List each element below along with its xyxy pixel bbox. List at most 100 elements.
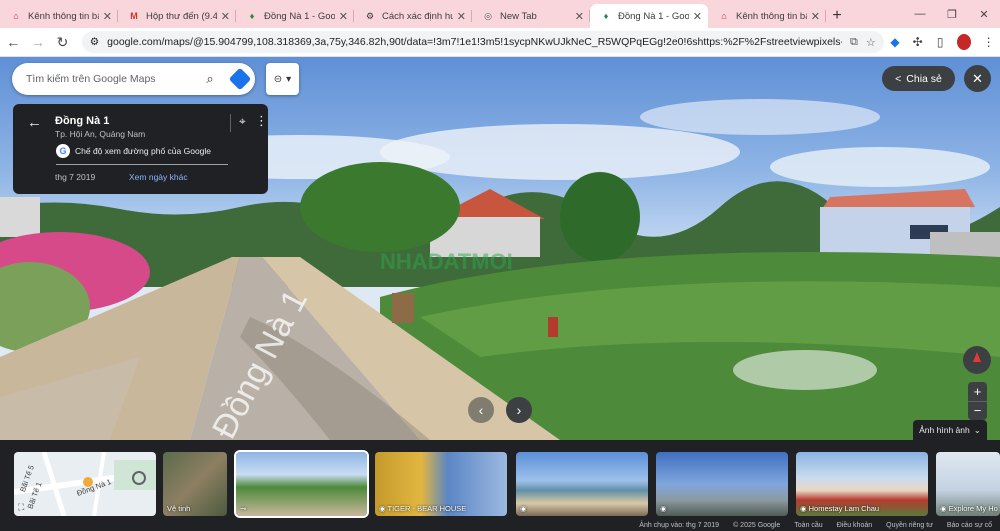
expand-icon[interactable]: ⛶ bbox=[18, 502, 24, 513]
google-logo-icon: G bbox=[56, 144, 70, 158]
thumb-label-satellite: Vệ tinh bbox=[167, 504, 191, 513]
filmstrip-thumb-street[interactable]: ⊸ bbox=[234, 450, 369, 518]
footer-link-terms[interactable]: Điều khoản bbox=[837, 522, 872, 529]
photos-toggle-button[interactable]: Ảnh hình ảnh ⌄ bbox=[913, 420, 987, 440]
footer-link-global[interactable]: Toàn cầu bbox=[794, 522, 822, 529]
divider bbox=[230, 114, 231, 132]
reload-button[interactable]: ↻ bbox=[51, 29, 74, 55]
back-arrow-icon[interactable]: ← bbox=[27, 114, 42, 131]
browser-tab-2[interactable]: M Hộp thư đến (9.470) ✕ bbox=[118, 4, 236, 28]
maps-status-bar: Ảnh chụp vào: thg 7 2019 © 2025 Google T… bbox=[0, 520, 1000, 531]
location-pin-icon[interactable]: ⌖ bbox=[239, 114, 246, 129]
see-more-dates-link[interactable]: Xem ngày khác bbox=[129, 172, 188, 182]
maps-search-box[interactable]: Tìm kiếm trên Google Maps ⌕ bbox=[12, 63, 255, 95]
minimize-button[interactable]: — bbox=[904, 0, 936, 28]
address-bar[interactable]: ⚙ google.com/maps/@15.904799,108.318369,… bbox=[81, 31, 884, 53]
filmstrip-thumb-city[interactable]: ◉ bbox=[656, 452, 788, 516]
tab-close-icon[interactable]: ✕ bbox=[693, 10, 702, 23]
close-icon: ✕ bbox=[972, 70, 983, 86]
tab-close-icon[interactable]: ✕ bbox=[339, 10, 348, 23]
tab-close-icon[interactable]: ✕ bbox=[457, 10, 466, 23]
side-panel-icon[interactable]: ▯ bbox=[929, 29, 952, 55]
layers-button[interactable]: ⊝ ▾ bbox=[266, 63, 299, 95]
chevron-right-icon: › bbox=[516, 402, 522, 418]
maximize-button[interactable]: ❐ bbox=[936, 0, 968, 28]
chevron-double-down-icon: ⌄ bbox=[973, 424, 981, 435]
previous-arrow-button[interactable]: ‹ bbox=[468, 397, 494, 423]
street-view-mode-label: Chế độ xem đường phố của Google bbox=[75, 146, 212, 156]
card-divider bbox=[56, 164, 228, 165]
install-app-icon[interactable]: ⧉ bbox=[850, 36, 858, 49]
more-options-icon[interactable]: ⋮ bbox=[255, 113, 268, 129]
extensions-puzzle-icon[interactable]: ✣ bbox=[906, 29, 929, 55]
tab-title: New Tab bbox=[500, 10, 537, 22]
filmstrip-thumb-beach[interactable]: ◉ bbox=[516, 452, 648, 516]
footer-link-privacy[interactable]: Quyền riêng tư bbox=[886, 522, 933, 529]
compass-needle-icon bbox=[973, 352, 981, 362]
new-tab-button[interactable]: + bbox=[826, 4, 848, 28]
filmstrip-thumb-tiger-bear[interactable]: ◉ TIGER - BEAR HOUSE bbox=[375, 452, 507, 516]
back-button[interactable]: ← bbox=[2, 29, 25, 55]
share-icon: < bbox=[895, 72, 902, 85]
camera-icon: ◉ bbox=[660, 504, 667, 513]
compass-button[interactable] bbox=[963, 346, 991, 374]
browser-tab-4[interactable]: ⚙ Cách xác định hướng ✕ bbox=[354, 4, 472, 28]
browser-tab-7[interactable]: ⌂ Kênh thông tin bất đ ✕ bbox=[708, 4, 826, 28]
chevron-left-icon: ‹ bbox=[478, 402, 484, 418]
filmstrip-thumb-satellite[interactable]: Vệ tinh bbox=[163, 452, 227, 516]
profile-avatar[interactable] bbox=[957, 34, 972, 50]
street-view-icon: ⊸ bbox=[240, 504, 247, 513]
home-icon: ⌂ bbox=[721, 11, 727, 21]
street-view-panorama[interactable]: Đồng Nà 1 NHADATMOI Tìm kiếm trên Google… bbox=[0, 57, 1000, 440]
zoom-out-button[interactable]: − bbox=[968, 402, 987, 421]
bookmark-star-icon[interactable]: ☆ bbox=[866, 36, 876, 49]
share-label: Chia sẻ bbox=[906, 72, 942, 85]
tab-close-icon[interactable]: ✕ bbox=[221, 10, 230, 23]
browser-tab-5[interactable]: ◎ New Tab ✕ bbox=[472, 4, 590, 28]
directions-icon bbox=[228, 67, 252, 91]
tab-title: Kênh thông tin bất đ bbox=[736, 10, 807, 22]
tab-close-icon[interactable]: ✕ bbox=[575, 10, 584, 23]
forward-button[interactable]: → bbox=[27, 29, 50, 55]
tab-separator bbox=[825, 10, 826, 22]
zoom-controls: + − bbox=[968, 382, 987, 420]
tab-close-icon[interactable]: ✕ bbox=[103, 10, 112, 23]
url-text: google.com/maps/@15.904799,108.318369,3a… bbox=[107, 36, 842, 48]
browser-toolbar: ← → ↻ ⚙ google.com/maps/@15.904799,108.3… bbox=[0, 28, 1000, 57]
site-info-icon[interactable]: ⚙ bbox=[90, 36, 99, 48]
thumb-label-tiger-bear: ◉ TIGER - BEAR HOUSE bbox=[379, 504, 467, 513]
browser-tab-1[interactable]: ⌂ Kênh thông tin bất đ ✕ bbox=[0, 4, 118, 28]
search-input[interactable]: Tìm kiếm trên Google Maps bbox=[26, 73, 195, 85]
directions-button[interactable] bbox=[225, 64, 255, 94]
tab-title: Cách xác định hướng bbox=[382, 10, 453, 22]
camera-icon: ◉ bbox=[520, 504, 527, 513]
svg-text:NHADATMOI: NHADATMOI bbox=[380, 249, 513, 274]
search-icon[interactable]: ⌕ bbox=[195, 64, 225, 94]
place-subtitle: Tp. Hội An, Quảng Nam bbox=[55, 129, 146, 139]
tab-title: Đồng Nà 1 - Google bbox=[618, 10, 689, 22]
camera-icon: ◉ bbox=[940, 504, 949, 513]
next-arrow-button[interactable]: › bbox=[506, 397, 532, 423]
tab-title: Đồng Nà 1 - Google bbox=[264, 10, 335, 22]
filmstrip-thumb-explore[interactable]: ◉ Explore My Ho bbox=[936, 452, 1000, 516]
home-icon: ⌂ bbox=[13, 11, 19, 21]
thumb-label-homestay: ◉ Homestay Lam Chau bbox=[800, 504, 880, 513]
location-info-card: ← Đồng Nà 1 Tp. Hội An, Quảng Nam ⌖ ⋮ G … bbox=[13, 104, 268, 194]
close-window-button[interactable]: ✕ bbox=[968, 0, 1000, 28]
filmstrip-thumb-homestay[interactable]: ◉ Homestay Lam Chau bbox=[796, 452, 928, 516]
browser-tab-3[interactable]: ♦ Đồng Nà 1 - Google ✕ bbox=[236, 4, 354, 28]
browser-tab-6[interactable]: ♦ Đồng Nà 1 - Google ✕ bbox=[590, 4, 708, 28]
menu-kebab-icon[interactable]: ⋮ bbox=[977, 29, 1000, 55]
capture-info: Ảnh chụp vào: thg 7 2019 bbox=[639, 522, 720, 529]
close-street-view-button[interactable]: ✕ bbox=[964, 65, 991, 92]
footer-link-report[interactable]: Báo cáo sự cố bbox=[947, 522, 992, 529]
window-controls: — ❐ ✕ bbox=[904, 0, 1000, 28]
filmstrip-thumb-map[interactable]: Bãi Tế 5 Bãi Tế 1 Đồng Nà 1 ⛶ bbox=[14, 452, 156, 516]
tab-close-icon[interactable]: ✕ bbox=[811, 10, 820, 23]
zoom-in-button[interactable]: + bbox=[968, 382, 987, 401]
share-button[interactable]: < Chia sẻ bbox=[882, 66, 955, 91]
extension-icon[interactable]: ◆ bbox=[884, 29, 907, 55]
camera-icon: ◉ bbox=[379, 504, 388, 513]
capture-date: thg 7 2019 bbox=[55, 172, 96, 182]
chrome-icon: ◎ bbox=[484, 10, 492, 21]
